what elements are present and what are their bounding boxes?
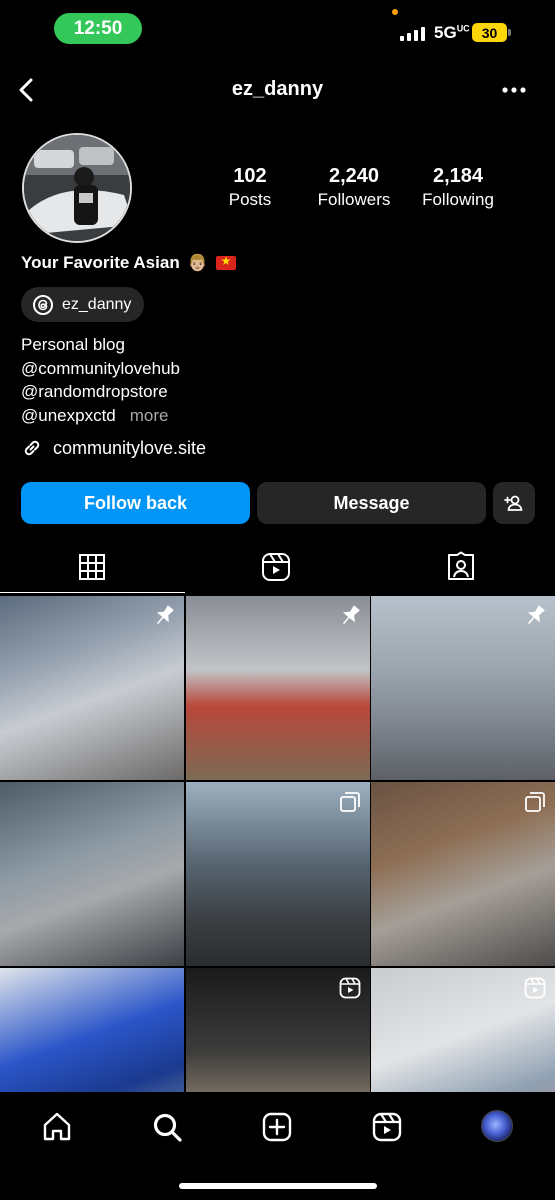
vietnam-flag-icon [215, 254, 236, 270]
post-thumbnail[interactable] [185, 596, 370, 780]
following-stat[interactable]: 2,184 Following [408, 164, 508, 212]
bio-mention-randomdropstore[interactable]: @randomdropstore [21, 380, 180, 404]
post-thumbnail[interactable] [371, 596, 555, 780]
reel-icon [339, 977, 360, 999]
reels-icon[interactable] [370, 1110, 404, 1144]
signal-icon [400, 26, 425, 41]
home-icon[interactable] [40, 1110, 74, 1144]
profile-link[interactable]: communitylove.site [21, 437, 206, 459]
post-thumbnail[interactable] [0, 596, 184, 780]
profile-avatar-tab[interactable] [481, 1110, 513, 1142]
bio-more-link[interactable]: more [130, 406, 169, 425]
carousel-icon [339, 792, 360, 812]
display-name-text: Your Favorite Asian [21, 253, 180, 272]
profile-tabs [0, 545, 555, 593]
profile-link-text[interactable]: communitylove.site [53, 438, 206, 459]
follow-back-button[interactable]: Follow back [21, 482, 250, 524]
search-icon[interactable] [150, 1110, 184, 1144]
battery-level: 30 [472, 23, 507, 42]
post-thumbnail[interactable] [371, 782, 555, 966]
posts-grid [0, 596, 555, 1152]
status-bar: 12:50 5GUC 30 [0, 0, 555, 60]
profile-username: ez_danny [231, 78, 324, 100]
man-emoji: 👨🏼 [187, 255, 208, 272]
carousel-icon [525, 792, 545, 812]
grid-icon[interactable] [76, 551, 108, 583]
add-user-icon [504, 495, 523, 511]
pin-icon [156, 605, 174, 625]
link-icon [24, 440, 40, 456]
posts-stat[interactable]: 102 Posts [200, 164, 300, 212]
privacy-indicator [392, 9, 398, 15]
home-indicator [179, 1183, 377, 1189]
profile-header: ez_danny [0, 68, 555, 112]
tagged-icon[interactable] [445, 551, 477, 583]
threads-badge[interactable]: ez_danny [21, 287, 145, 322]
reels-tab-icon[interactable] [260, 551, 292, 583]
followers-stat[interactable]: 2,240 Followers [300, 164, 408, 212]
threads-handle: ez_danny [62, 295, 132, 313]
battery-icon: 30 [472, 23, 512, 42]
reel-icon [524, 977, 546, 999]
create-icon[interactable] [260, 1110, 294, 1144]
post-thumbnail[interactable] [185, 782, 370, 966]
display-name: Your Favorite Asian 👨🏼 [21, 253, 236, 273]
posts-count: 102 [233, 165, 267, 187]
profile-avatar[interactable] [22, 133, 132, 243]
followers-label: Followers [317, 190, 391, 209]
profile-stats: 102 Posts 2,240 Followers 2,184 Followin… [200, 164, 520, 212]
status-time[interactable]: 12:50 [54, 13, 142, 44]
posts-label: Posts [228, 190, 272, 209]
followers-count: 2,240 [328, 165, 380, 187]
bio-line: Personal blog [21, 335, 125, 354]
bio-mention-unexpxctd[interactable]: @unexpxctd [21, 406, 116, 425]
active-tab-indicator [0, 591, 185, 593]
following-label: Following [422, 190, 494, 209]
post-thumbnail[interactable] [0, 782, 184, 966]
suggested-users-button[interactable] [493, 482, 535, 524]
pin-icon [527, 605, 545, 625]
profile-bio: Personal blog @communitylovehub @randomd… [21, 333, 180, 427]
bio-mention-communitylovehub[interactable]: @communitylovehub [21, 357, 180, 381]
threads-icon [33, 294, 53, 315]
following-count: 2,184 [432, 165, 484, 187]
more-horizontal-icon[interactable] [500, 80, 528, 100]
message-button[interactable]: Message [257, 482, 486, 524]
pin-icon [342, 605, 360, 625]
network-label: 5GUC [434, 23, 470, 42]
